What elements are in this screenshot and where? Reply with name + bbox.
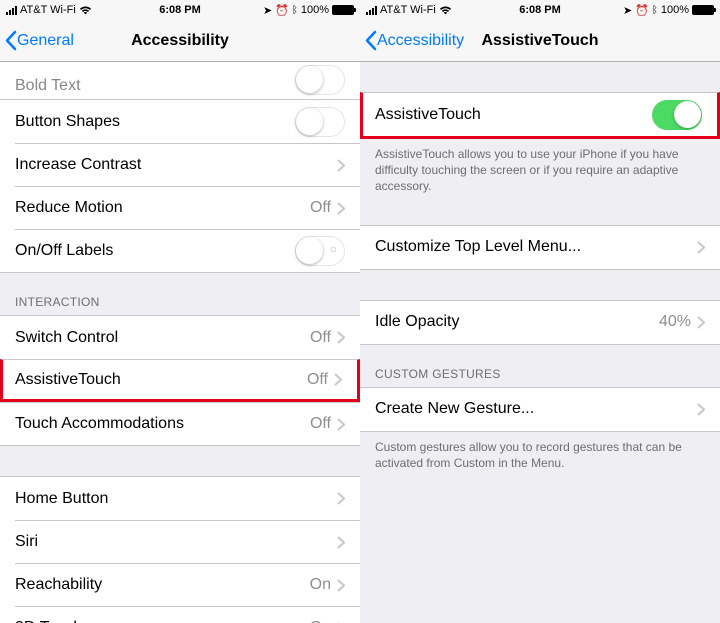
phone-left-accessibility: AT&T Wi-Fi 6:08 PM ➤ ⏰ ᛒ 100% General Ac… [0,0,360,623]
status-bar: AT&T Wi-Fi 6:08 PM ➤ ⏰ ᛒ 100% [0,0,360,20]
bold-text-switch[interactable] [295,65,345,95]
back-button-general[interactable]: General [0,30,74,51]
assistive-touch-value: Off [307,371,328,389]
battery-icon [692,5,714,15]
row-reduce-motion[interactable]: Reduce Motion Off [15,186,360,229]
bold-text-label: Bold Text [15,77,81,95]
assistive-touch-label: AssistiveTouch [375,106,652,124]
siri-label: Siri [15,533,337,551]
chevron-left-icon [364,30,377,51]
assistive-touch-switch[interactable] [652,100,702,130]
battery-icon [332,5,354,15]
row-button-shapes[interactable]: Button Shapes [0,100,360,143]
touch-accommodations-label: Touch Accommodations [15,415,310,433]
chevron-right-icon [337,579,345,592]
idle-opacity-value: 40% [659,313,691,331]
reachability-label: Reachability [15,576,310,594]
switch-control-value: Off [310,329,331,347]
chevron-right-icon [334,373,342,386]
row-customize-menu[interactable]: Customize Top Level Menu... [360,226,720,269]
chevron-right-icon [337,202,345,215]
chevron-right-icon [337,159,345,172]
row-touch-accommodations[interactable]: Touch Accommodations Off [0,402,360,445]
home-button-label: Home Button [15,490,337,508]
row-siri[interactable]: Siri [15,520,360,563]
row-assistive-touch[interactable]: AssistiveTouch Off [0,359,360,402]
row-onoff-labels[interactable]: On/Off Labels [15,229,360,272]
section-header-custom-gestures: Custom Gestures [360,345,720,387]
reduce-motion-value: Off [310,199,331,217]
footer-assistive-touch-desc: AssistiveTouch allows you to use your iP… [360,139,720,203]
switch-control-label: Switch Control [15,329,310,347]
row-increase-contrast[interactable]: Increase Contrast [15,143,360,186]
chevron-right-icon [337,492,345,505]
customize-label: Customize Top Level Menu... [375,238,697,256]
reachability-value: On [310,576,331,594]
back-label: Accessibility [377,32,464,50]
phone-right-assistivetouch: AT&T Wi-Fi 6:08 PM ➤ ⏰ ᛒ 100% Accessibil… [360,0,720,623]
row-reachability[interactable]: Reachability On [15,563,360,606]
button-shapes-label: Button Shapes [15,113,295,131]
touch-accommodations-value: Off [310,415,331,433]
assistive-touch-label: AssistiveTouch [15,371,307,389]
row-bold-text[interactable]: Bold Text [0,62,360,100]
chevron-right-icon [337,418,345,431]
back-label: General [17,32,74,50]
3d-touch-label: 3D Touch [15,619,310,623]
row-idle-opacity[interactable]: Idle Opacity 40% [360,301,720,344]
row-assistive-touch-toggle[interactable]: AssistiveTouch [363,93,717,136]
3d-touch-value: On [310,619,331,623]
onoff-labels-switch[interactable] [295,236,345,266]
row-switch-control[interactable]: Switch Control Off [0,316,360,359]
chevron-right-icon [337,331,345,344]
status-bar: AT&T Wi-Fi 6:08 PM ➤ ⏰ ᛒ 100% [360,0,720,20]
chevron-left-icon [4,30,17,51]
chevron-right-icon [697,403,705,416]
onoff-labels-label: On/Off Labels [15,242,295,260]
chevron-right-icon [697,316,705,329]
status-time: 6:08 PM [519,4,561,16]
chevron-right-icon [337,536,345,549]
chevron-right-icon [697,241,705,254]
row-home-button[interactable]: Home Button [0,477,360,520]
nav-bar: Accessibility AssistiveTouch [360,20,720,62]
status-time: 6:08 PM [159,4,201,16]
button-shapes-switch[interactable] [295,107,345,137]
idle-opacity-label: Idle Opacity [375,313,659,331]
footer-custom-gestures-desc: Custom gestures allow you to record gest… [360,432,720,479]
reduce-motion-label: Reduce Motion [15,199,310,217]
back-button-accessibility[interactable]: Accessibility [360,30,464,51]
increase-contrast-label: Increase Contrast [15,156,337,174]
row-create-gesture[interactable]: Create New Gesture... [360,388,720,431]
create-gesture-label: Create New Gesture... [375,400,697,418]
section-header-interaction: Interaction [0,273,360,315]
nav-bar: General Accessibility [0,20,360,62]
row-3d-touch[interactable]: 3D Touch On [15,606,360,623]
